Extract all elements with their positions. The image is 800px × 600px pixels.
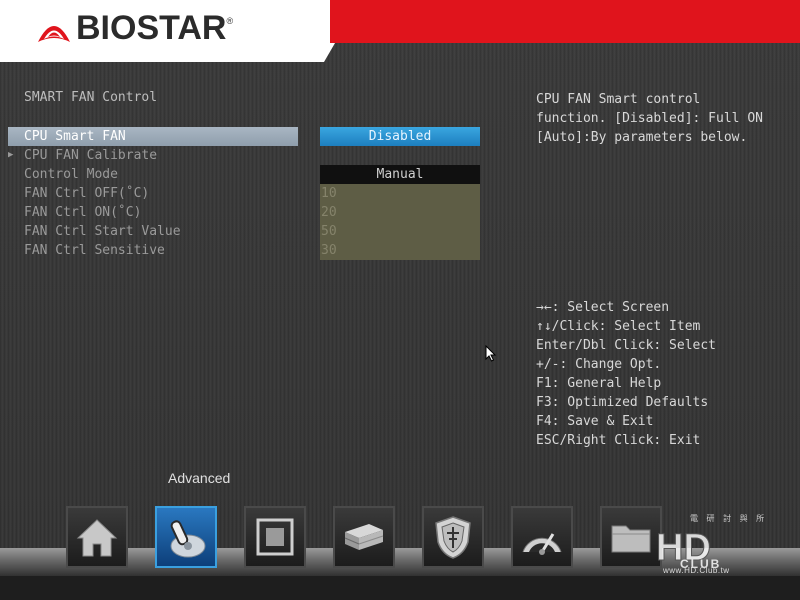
- fan-ctrl-sensitive-field[interactable]: 30: [320, 241, 480, 260]
- calibrate-value-blank: [320, 146, 480, 165]
- mouse-cursor-icon: [485, 345, 497, 362]
- menu-item-cpu-fan-calibrate[interactable]: ▶ CPU FAN Calibrate: [8, 146, 298, 165]
- menu-item-fan-ctrl-sensitive[interactable]: FAN Ctrl Sensitive: [8, 241, 298, 260]
- key-help-enter: Enter/Dbl Click: Select: [536, 338, 717, 353]
- control-mode-select[interactable]: Manual: [320, 165, 480, 184]
- biostar-flame-icon: [38, 26, 70, 42]
- watermark-chinese-text: 電 研 討 與 所: [690, 514, 768, 523]
- menu-item-label: CPU FAN Calibrate: [24, 148, 158, 163]
- page-title: SMART FAN Control: [24, 90, 158, 105]
- submenu-arrow-icon: ▶: [8, 150, 14, 160]
- menu-item-fan-ctrl-on[interactable]: FAN Ctrl ON(˚C): [8, 203, 298, 222]
- fan-ctrl-start-value-field[interactable]: 50: [320, 222, 480, 241]
- key-help-f3: F3: Optimized Defaults: [536, 395, 709, 410]
- key-help-f4: F4: Save & Exit: [536, 414, 654, 429]
- biostar-logo: BIOSTAR ®: [34, 8, 233, 48]
- tab-security[interactable]: [422, 506, 484, 568]
- help-description: CPU FAN Smart control function. [Disable…: [536, 92, 763, 145]
- header-bar: BIOSTAR ®: [0, 0, 800, 62]
- settings-menu: CPU Smart FAN ▶ CPU FAN Calibrate Contro…: [8, 127, 298, 260]
- chipset-icon: [256, 518, 294, 556]
- menu-item-label: FAN Ctrl OFF(˚C): [24, 186, 150, 201]
- watermark-url: www.HD.Club.tw: [663, 566, 730, 575]
- menu-item-label: FAN Ctrl Sensitive: [24, 243, 165, 258]
- security-shield-icon: [435, 516, 471, 559]
- key-help-f1: F1: General Help: [536, 376, 662, 391]
- menu-item-cpu-smart-fan[interactable]: CPU Smart FAN: [8, 127, 298, 146]
- menu-item-label: Control Mode: [24, 167, 118, 182]
- menu-item-label: CPU Smart FAN: [24, 129, 126, 144]
- tab-advanced[interactable]: [155, 506, 217, 568]
- tab-chipset[interactable]: [244, 506, 306, 568]
- logo-registered-mark: ®: [226, 16, 234, 26]
- settings-values: Disabled Manual 10 20 50 30: [320, 127, 480, 260]
- menu-item-label: FAN Ctrl Start Value: [24, 224, 181, 239]
- joystick-icon: [170, 520, 206, 558]
- logo-text: BIOSTAR: [76, 9, 227, 47]
- tab-main[interactable]: [66, 506, 128, 568]
- menu-item-fan-ctrl-off[interactable]: FAN Ctrl OFF(˚C): [8, 184, 298, 203]
- menu-item-fan-ctrl-start-value[interactable]: FAN Ctrl Start Value: [8, 222, 298, 241]
- tab-boot[interactable]: [333, 506, 395, 568]
- menu-item-label: FAN Ctrl ON(˚C): [24, 205, 142, 220]
- key-help-list: →←: Select Screen ↑↓/Click: Select Item …: [536, 298, 786, 450]
- header-red-band: [330, 0, 800, 43]
- bottom-dock: [66, 506, 662, 568]
- boot-drive-icon: [344, 524, 384, 550]
- key-help-select-screen: →←: Select Screen: [536, 300, 670, 315]
- key-help-change-opt: +/-: Change Opt.: [536, 357, 662, 372]
- fan-ctrl-on-field[interactable]: 20: [320, 203, 480, 222]
- fan-ctrl-off-field[interactable]: 10: [320, 184, 480, 203]
- tab-performance[interactable]: [511, 506, 573, 568]
- key-help-select-item: ↑↓/Click: Select Item: [536, 319, 701, 334]
- menu-item-control-mode[interactable]: Control Mode: [8, 165, 298, 184]
- active-tab-label: Advanced: [168, 470, 231, 486]
- cpu-smart-fan-select[interactable]: Disabled: [320, 127, 480, 146]
- speedometer-icon: [522, 533, 562, 555]
- home-icon: [76, 519, 118, 557]
- key-help-esc: ESC/Right Click: Exit: [536, 433, 701, 448]
